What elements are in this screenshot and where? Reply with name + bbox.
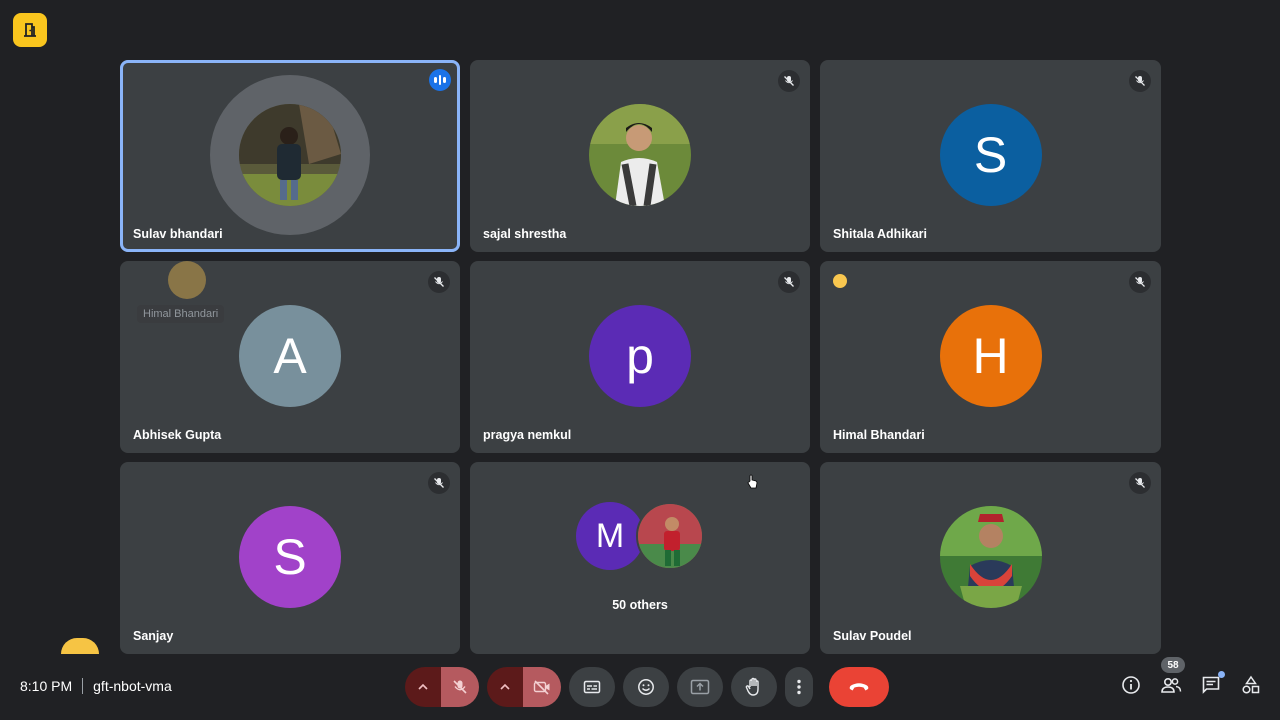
- avatar: [636, 502, 704, 570]
- participant-name: pragya nemkul: [483, 428, 572, 442]
- mic-off-icon: [1129, 70, 1151, 92]
- reactions-button[interactable]: [623, 667, 669, 707]
- thinking-emoji-reaction-icon: [168, 261, 206, 299]
- participant-tile[interactable]: S Shitala Adhikari: [820, 60, 1161, 252]
- mic-off-icon: [1129, 271, 1151, 293]
- microphone-toggle-button[interactable]: [441, 667, 479, 707]
- camera-toggle-button[interactable]: [523, 667, 561, 707]
- captions-button[interactable]: [569, 667, 615, 707]
- people-icon: [1161, 677, 1182, 693]
- companion-mode-button[interactable]: [13, 13, 47, 47]
- participant-grid: Sulav bhandari sajal shrestha S Shitala …: [120, 60, 1161, 654]
- avatar: [239, 104, 341, 206]
- mic-off-icon: [778, 271, 800, 293]
- participant-name: Sanjay: [133, 629, 174, 643]
- participant-tile[interactable]: sajal shrestha: [470, 60, 810, 252]
- raise-hand-button[interactable]: [731, 667, 777, 707]
- emoji-icon: [638, 679, 654, 695]
- closed-captions-icon: [583, 680, 601, 694]
- call-controls: [405, 667, 889, 707]
- meeting-code: gft-nbot-vma: [93, 678, 172, 694]
- reaction-sender-label: Himal Bhandari: [137, 305, 225, 323]
- avatar: [589, 104, 691, 206]
- chat-icon: [1202, 676, 1220, 694]
- avatar-initial: p: [589, 305, 691, 407]
- thinking-emoji-icon: [833, 274, 847, 288]
- bottom-bar: 8:10 PM gft-nbot-vma 58: [0, 657, 1280, 720]
- audio-options-button[interactable]: [405, 667, 441, 707]
- avatar-initial: H: [939, 305, 1042, 407]
- others-avatars: M: [576, 502, 706, 572]
- participant-name: Sulav bhandari: [133, 227, 223, 241]
- participant-name: Sulav Poudel: [833, 629, 912, 643]
- avatar-initial: M: [576, 502, 644, 570]
- mic-off-icon: [453, 680, 467, 694]
- camera-off-icon: [533, 680, 550, 695]
- speaking-indicator-icon: [429, 69, 451, 91]
- mic-off-icon: [778, 70, 800, 92]
- mouse-pointer-icon: [747, 474, 759, 495]
- meeting-details: 8:10 PM gft-nbot-vma: [20, 678, 172, 694]
- present-screen-icon: [690, 679, 710, 695]
- others-tile[interactable]: M 50 others: [470, 462, 810, 654]
- more-vert-icon: [797, 679, 801, 695]
- video-options-button[interactable]: [487, 667, 523, 707]
- unread-dot: [1218, 671, 1225, 678]
- meeting-details-button[interactable]: [1120, 674, 1142, 696]
- door-icon: [24, 23, 36, 37]
- participant-tile[interactable]: Himal Bhandari A Abhisek Gupta: [120, 261, 460, 453]
- avatar-initial: S: [939, 104, 1042, 206]
- activities-button[interactable]: [1240, 674, 1262, 696]
- participant-name: Himal Bhandari: [833, 428, 925, 442]
- meet-window: Sulav bhandari sajal shrestha S Shitala …: [0, 0, 1280, 720]
- participant-tile[interactable]: H Himal Bhandari: [820, 261, 1161, 453]
- mic-off-icon: [428, 472, 450, 494]
- participant-tile[interactable]: S Sanjay: [120, 462, 460, 654]
- side-panel-controls: 58: [1120, 657, 1262, 696]
- people-button[interactable]: 58: [1160, 657, 1185, 696]
- camera-control: [487, 667, 561, 707]
- avatar-initial: A: [239, 305, 341, 407]
- info-icon: [1122, 676, 1140, 694]
- hand-icon: [745, 677, 759, 696]
- chevron-up-icon: [500, 683, 510, 690]
- participant-tile[interactable]: Sulav Poudel: [820, 462, 1161, 654]
- others-count-label: 50 others: [612, 598, 668, 612]
- participant-name: Abhisek Gupta: [133, 428, 222, 442]
- leave-call-button[interactable]: [829, 667, 889, 707]
- microphone-control: [405, 667, 479, 707]
- avatar: [939, 506, 1042, 608]
- floating-emoji-reaction-icon: [61, 638, 99, 654]
- avatar-initial: S: [239, 506, 341, 608]
- mic-off-icon: [1129, 472, 1151, 494]
- chevron-up-icon: [418, 683, 428, 690]
- mic-off-icon: [428, 271, 450, 293]
- participant-tile[interactable]: Sulav bhandari: [120, 60, 460, 252]
- shapes-icon: [1242, 675, 1260, 694]
- present-screen-button[interactable]: [677, 667, 723, 707]
- clock-time: 8:10 PM: [20, 678, 73, 694]
- participant-name: sajal shrestha: [483, 227, 567, 241]
- divider: [82, 678, 84, 694]
- call-end-icon: [849, 683, 869, 691]
- participant-name: Shitala Adhikari: [833, 227, 928, 241]
- participant-tile[interactable]: p pragya nemkul: [470, 261, 810, 453]
- chat-button[interactable]: [1200, 671, 1225, 696]
- more-options-button[interactable]: [785, 667, 813, 707]
- participant-count-badge: 58: [1161, 657, 1185, 673]
